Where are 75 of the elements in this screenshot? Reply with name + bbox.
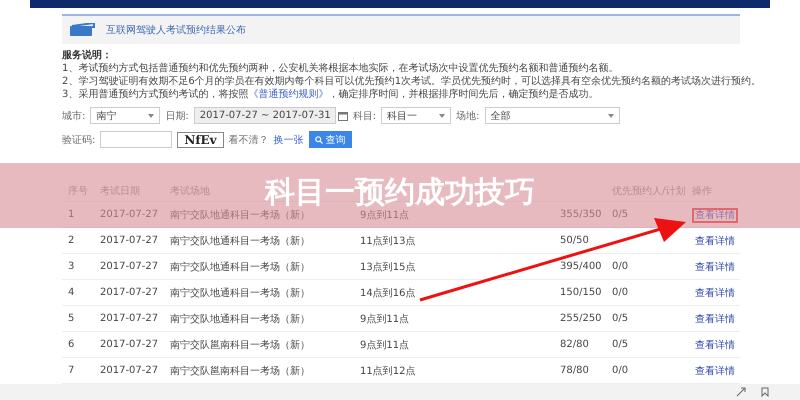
subject-select[interactable]: 科目一	[381, 107, 452, 124]
notice-text: 3、采用普通预约方式预约考试的，将按照《普通预约规则》，确定排序时间，并根据排序时间先后，确定预约是否成功。	[62, 88, 600, 101]
table-cell-text: 0/0	[612, 287, 630, 298]
share-icon[interactable]	[736, 387, 746, 397]
table-cell-text: 82/80	[560, 339, 590, 350]
table-cell-text: 355/350	[560, 209, 603, 220]
table-cell-text: 南宁交队地通科目一考场（新）	[170, 286, 311, 300]
table-cell-text: 4	[67, 287, 76, 298]
table-cell-text: 11点到12点	[360, 364, 416, 378]
captcha-label: 验证码:	[62, 134, 96, 146]
details-link[interactable]: 查看详情	[692, 234, 738, 248]
table-cell-text: 1	[67, 209, 76, 220]
city-label: 城市:	[62, 110, 86, 122]
refresh-link[interactable]: 换一张	[274, 132, 304, 146]
details-link[interactable]: 查看详情	[692, 286, 738, 300]
table-cell-text: 6	[67, 339, 76, 350]
table-cell-text: 0/0	[612, 261, 630, 272]
table-cell-text: 9点到11点	[360, 338, 410, 352]
notice-heading: 服务说明：	[62, 49, 113, 62]
table-cell-text: 南宁交队地通科目一考场（新）	[170, 260, 311, 274]
site-label: 场地:	[456, 110, 480, 122]
table-cell-text: 0/0	[612, 365, 630, 376]
table-cell-text: 南宁交队邕南科目一考场（新）	[170, 364, 311, 378]
notice-text: 1、考试预约方式包括普通预约和优先预约两种，公安机关将根据本地实际，在考试场次中设置优先预约名额和普通预约名额。	[62, 62, 620, 75]
city-select[interactable]: 南宁	[90, 107, 160, 124]
table-cell-text: 南宁交队地通科目一考场（新）	[170, 208, 311, 222]
page-title: 互联网驾驶人考试预约结果公布	[106, 24, 246, 37]
details-link[interactable]: 查看详情	[692, 338, 738, 352]
card-icon	[68, 23, 96, 37]
table-cell-text: 2	[67, 235, 76, 246]
details-link[interactable]: 查看详情	[692, 312, 738, 326]
table-cell-text: 2017-07-27	[100, 313, 160, 324]
table-cell-text: 13点到15点	[360, 260, 416, 274]
date-label: 日期:	[165, 110, 189, 122]
subject-label: 科目:	[352, 110, 376, 122]
table-cell-text: 2017-07-27	[100, 339, 160, 350]
table-cell-text: 2017-07-27	[100, 287, 160, 298]
table-cell-text: 7	[67, 365, 76, 376]
table-cell-text: 2017-07-27	[100, 209, 160, 220]
caret-icon	[148, 114, 154, 118]
details-link[interactable]: 查看详情	[692, 260, 738, 274]
refresh-hint: 看不清？	[228, 134, 269, 146]
table-cell-text: 2017-07-27	[100, 235, 160, 246]
table-cell-text: 150/150	[560, 287, 603, 298]
table-cell-text: 78/80	[560, 365, 590, 376]
table-cell-text: 5	[67, 313, 76, 324]
table-cell-text: 14点到16点	[360, 286, 416, 300]
captcha-image: NfEv	[177, 132, 224, 148]
site-select[interactable]: 全部	[484, 107, 620, 124]
notice-text: 2、学习驾驶证明有效期不足6个月的学员在有效期内每个科目可以优先预约1次考试。学员优先预约时，可以选择具有空余优先预约名额的考试场次进行预约。	[62, 75, 762, 88]
table-cell-text: 9点到11点	[360, 312, 410, 326]
caret-icon	[439, 114, 446, 118]
captcha-field[interactable]	[100, 131, 172, 148]
bookmark-icon[interactable]	[760, 387, 770, 397]
table-cell-text: 南宁交队地通科目一考场（新）	[170, 234, 311, 248]
table-cell-text: 0/5	[612, 313, 630, 324]
table-cell-text: 2017-07-27	[100, 365, 160, 376]
table-cell-text: 11点到13点	[360, 234, 416, 248]
table-cell-text: 0/5	[612, 339, 630, 350]
calendar-icon[interactable]	[338, 110, 348, 120]
table-cell-text: 2017-07-27	[100, 261, 160, 272]
table-cell-text: 50/50	[560, 235, 590, 246]
table-cell-text: 255/250	[560, 313, 603, 324]
banner-title: 科目一预约成功技巧	[265, 178, 535, 208]
table-cell-text: 南宁交队地通科目一考场（新）	[170, 312, 311, 326]
table-cell-text: 南宁交队邕南科目一考场（新）	[170, 338, 311, 352]
table-cell-text: 9点到11点	[360, 208, 410, 222]
table-cell-text: 0/5	[612, 209, 630, 220]
details-link[interactable]: 查看详情	[692, 364, 738, 378]
date-range-field[interactable]: 2017-07-27 ~ 2017-07-31	[194, 107, 336, 124]
search-button[interactable]: 查询	[308, 131, 352, 148]
caret-icon	[608, 114, 614, 118]
table-cell-text: 395/400	[560, 261, 603, 272]
search-icon	[314, 136, 323, 144]
table-cell-text: 3	[67, 261, 76, 272]
